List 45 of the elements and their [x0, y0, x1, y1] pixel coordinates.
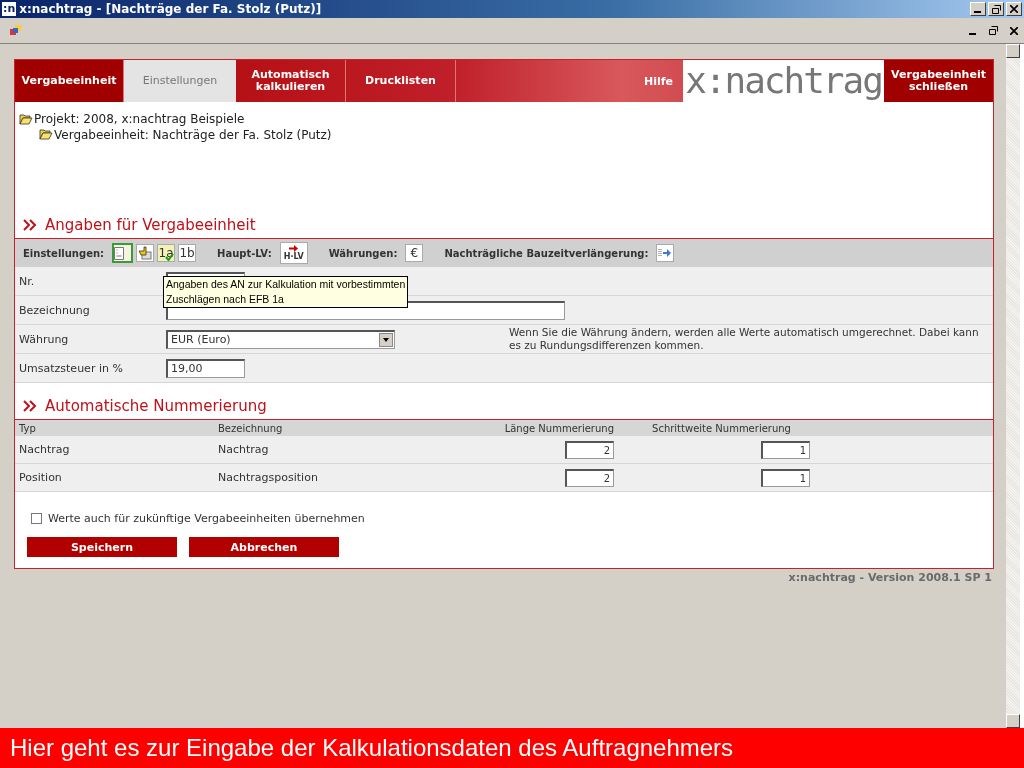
window-title: x:nachtrag - [Nachträge der Fa. Stolz (Putz)] — [19, 2, 323, 16]
table-cell-text: Nachtrag — [218, 443, 270, 456]
tree-item[interactable]: Projekt: 2008, x:nachtrag Beispiele — [19, 112, 245, 126]
text-field[interactable]: 19,00 — [166, 358, 245, 378]
action-button[interactable]: Speichern — [27, 537, 177, 557]
table-cell-text: Nachtragsposition — [218, 471, 319, 484]
field-label: Umsatzsteuer in % — [18, 361, 124, 375]
app-icon: :n — [2, 2, 17, 16]
toolbar-label: Währungen: — [328, 247, 398, 259]
caption-text: Hier geht es zur Eingabe der Kalkulationsdaten des Auftragnehmers — [10, 734, 734, 762]
toolbar-button[interactable]: H·LV — [279, 242, 308, 264]
section-heading: Automatische Nummerierung — [45, 396, 267, 415]
currency-dropdown[interactable]: EUR (Euro) — [166, 329, 395, 349]
step-field[interactable]: 1 — [761, 440, 810, 459]
toolbar-label: Einstellungen: — [23, 247, 105, 259]
close-unit-button[interactable]: Vergabeeinheit schließen — [884, 60, 993, 102]
table-cell-text: Position — [18, 471, 63, 484]
logo: x:nachtrag — [683, 60, 884, 102]
field-label: Bezeichnung — [18, 303, 91, 317]
field-label: Nr. — [18, 274, 36, 288]
nav-tab[interactable]: Drucklisten — [346, 60, 456, 102]
toolbar-button[interactable]: € — [405, 244, 424, 262]
toolbar-label: Haupt-LV: — [217, 247, 272, 259]
step-field[interactable]: 1 — [761, 468, 810, 487]
nav-tab[interactable]: Automatisch kalkulieren — [236, 60, 346, 102]
tree-item[interactable]: Vergabeeinheit: Nachträge der Fa. Stolz (Putz) — [39, 127, 332, 142]
table-cell-text: Nachtrag — [18, 443, 71, 456]
column-header: Typ — [18, 422, 37, 434]
section-heading: Angaben für Vergabeeinheit — [45, 215, 256, 234]
column-header: Länge Nummerierung — [503, 422, 614, 434]
length-field[interactable]: 2 — [565, 468, 614, 487]
currency-note: Wenn Sie die Währung ändern, werden alle Werte automatisch umgerechnet. Dabei kann es zu Rundungsdifferenzen kommen. — [509, 326, 980, 352]
nav-tab[interactable]: Einstellungen — [124, 60, 236, 102]
nav-tab[interactable]: Vergabeeinheit — [15, 60, 124, 102]
version-label: x:nachtrag - Version 2008.1 SP 1 — [788, 571, 992, 584]
field-label: Währung — [18, 332, 70, 346]
toolbar-button[interactable]: 1b — [178, 244, 197, 262]
column-header: Schrittweite Nummerierung — [651, 422, 792, 434]
toolbar-label: Nachträgliche Bauzeitverlängerung: — [444, 247, 649, 259]
action-button[interactable]: Abbrechen — [189, 537, 339, 557]
tooltip: Angaben des AN zur Kalkulation mit vorbestimmten Zuschlägen nach EFB 1a — [163, 276, 409, 308]
help-link[interactable]: Hilfe — [634, 60, 683, 102]
length-field[interactable]: 2 — [565, 440, 614, 459]
checkbox-label: Werte auch für zukünftige Vergabeeinheiten übernehmen — [48, 512, 365, 525]
column-header: Bezeichnung — [218, 422, 284, 434]
